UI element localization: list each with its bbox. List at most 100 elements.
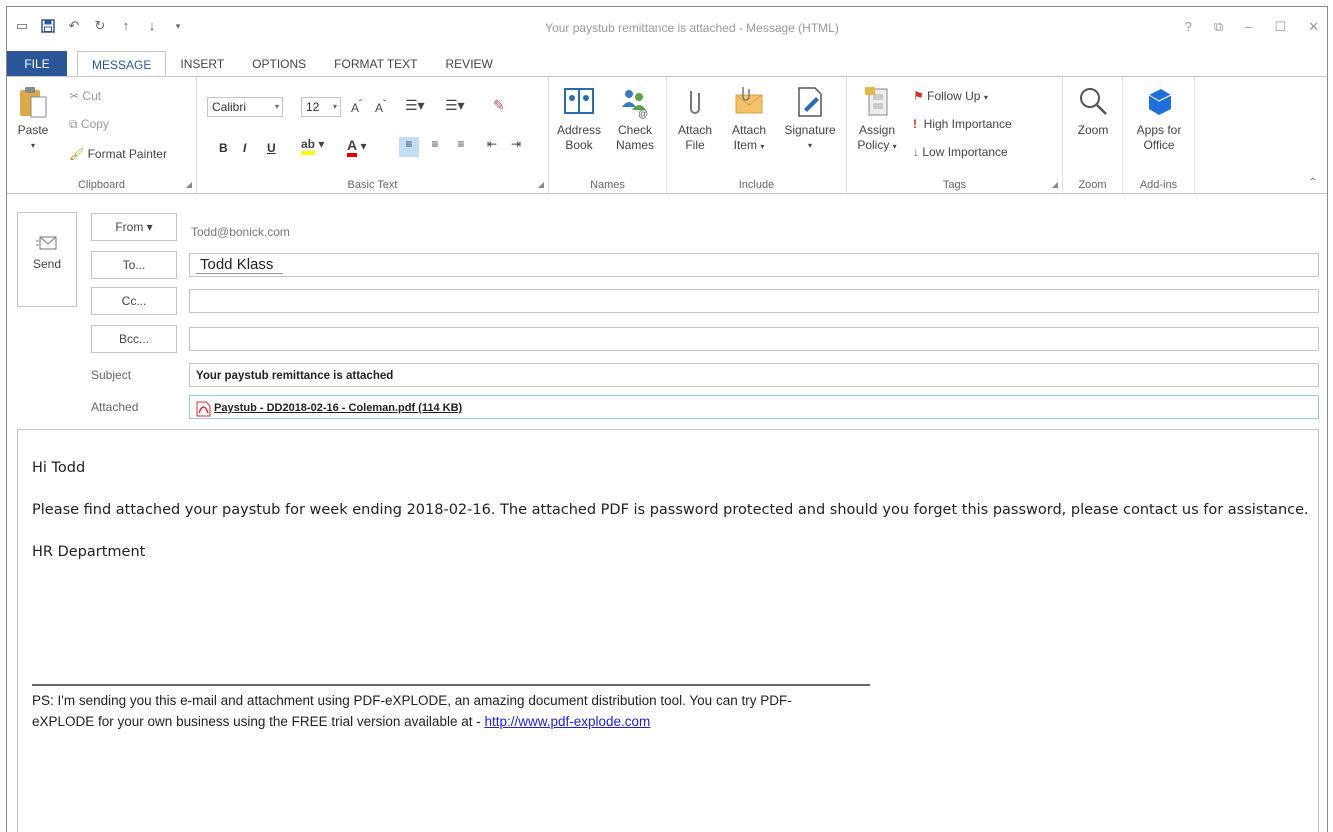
low-importance-button[interactable]: ↓ Low Importance [913,145,1008,159]
collapse-ribbon-icon[interactable]: ⌃ [1309,177,1317,188]
to-button[interactable]: To... [91,251,177,279]
basic-text-group-label: Basic Text [347,179,398,191]
clipboard-group-label: Clipboard [77,179,126,191]
align-center-icon[interactable]: ≡ [425,137,445,151]
to-field[interactable]: Todd Klass [189,253,1319,277]
font-color-button[interactable]: A ▾ [347,137,366,157]
ribbon-display-options-icon[interactable]: ⧉ [1214,19,1223,35]
body-paragraph: Please find attached your paystub for we… [32,502,1309,518]
group-basic-text: Calibri ▾ 12 ▾ Aˆ Aˇ ☰▾ ☰▾ ✎ B I U ab ▾ A … [197,77,549,193]
zoom-group-label: Zoom [1078,179,1107,191]
message-body[interactable]: Hi Todd Please find attached your paystu… [17,429,1319,832]
names-group-label: Names [590,179,625,191]
chevron-down-icon: ▾ [983,93,988,102]
attachment-item[interactable]: Paystub - DD2018-02-16 - Coleman.pdf (11… [196,401,463,417]
cc-button[interactable]: Cc... [91,287,177,315]
follow-up-label: Follow Up [927,89,981,103]
assign-policy-button[interactable]: Assign Policy ▾ [851,85,903,154]
paste-dropdown-icon[interactable]: ▾ [13,138,53,153]
cc-field[interactable] [189,289,1319,313]
maximize-icon[interactable]: ☐ [1274,19,1286,35]
assign-policy-dropdown-icon[interactable]: ▾ [893,142,897,151]
check-names-button[interactable]: @ Check Names [609,85,661,153]
grow-font-icon[interactable]: Aˆ [351,99,362,115]
signature-button[interactable]: Signature ▾ [779,85,841,153]
increase-indent-icon[interactable]: ⇥ [511,137,521,151]
group-include: Attach File Attach Item ▾ Signature ▾ In… [667,77,847,193]
zoom-button[interactable]: Zoom [1067,85,1119,138]
font-size-combo[interactable]: 12 ▾ [301,97,341,117]
down-arrow-icon: ↓ [913,145,919,159]
tab-message[interactable]: MESSAGE [77,51,167,77]
clipboard-launcher-icon[interactable]: ◢ [186,180,192,189]
underline-button[interactable]: U [267,141,276,155]
outlook-compose-window: ▭ ↶ ↻ ↑ ↓ ▾ Your paystub remittance is a… [6,6,1328,832]
greeting-text: Hi Todd [32,460,86,476]
apps-for-office-button[interactable]: Apps for Office [1129,85,1189,153]
tab-format-text[interactable]: FORMAT TEXT [320,51,431,77]
magnifier-icon [1080,88,1107,115]
group-tags: Assign Policy ▾ ⚑ Follow Up ▾ ! High Imp… [847,77,1063,193]
clear-formatting-icon[interactable]: ✎ [493,97,505,114]
help-icon[interactable]: ? [1185,19,1192,35]
policy-icon [865,87,888,116]
tab-file[interactable]: FILE [7,51,67,77]
send-button[interactable]: Send [17,212,77,307]
attachment-name: Paystub - DD2018-02-16 - Coleman.pdf (11… [214,402,463,414]
basic-text-launcher-icon[interactable]: ◢ [538,180,544,189]
format-painter-button[interactable]: 🖌 Format Painter [69,147,167,161]
subject-field[interactable]: Your paystub remittance is attached [189,363,1319,387]
font-color-icon: A [347,137,358,157]
signature-dropdown-icon[interactable]: ▾ [779,138,841,153]
font-name-value: Calibri [212,100,247,114]
tab-review[interactable]: REVIEW [432,51,507,77]
close-icon[interactable]: ✕ [1308,19,1319,35]
follow-up-button[interactable]: ⚑ Follow Up ▾ [913,89,988,103]
assign-policy-label: Assign Policy [857,123,896,152]
attached-label: Attached [91,400,139,414]
minimize-icon[interactable]: – [1245,19,1252,35]
signature-icon [798,87,822,117]
bullets-icon[interactable]: ☰▾ [405,97,425,114]
shrink-font-icon[interactable]: Aˇ [375,99,386,115]
pdf-explode-link[interactable]: http://www.pdf-explode.com [484,714,650,729]
attach-file-button[interactable]: Attach File [671,85,719,153]
pdf-icon [196,401,211,417]
low-importance-label: Low Importance [922,145,1008,159]
copy-button[interactable]: ⧉ Copy [69,117,109,132]
italic-button[interactable]: I [243,141,246,155]
exclamation-icon: ! [913,117,917,131]
to-recipient[interactable]: Todd Klass [196,256,284,274]
from-button[interactable]: From ▾ [91,213,177,241]
highlight-color-button[interactable]: ab ▾ [301,137,324,155]
tags-launcher-icon[interactable]: ◢ [1052,180,1058,189]
attach-item-button[interactable]: Attach Item ▾ [725,85,773,154]
cut-button[interactable]: ✂ Cut [69,89,101,103]
chevron-down-icon: ▾ [332,102,337,111]
envelope-icon [735,87,763,114]
bcc-field[interactable] [189,327,1319,351]
align-right-icon[interactable]: ≡ [451,137,471,151]
numbering-icon[interactable]: ☰▾ [445,97,465,114]
align-left-icon[interactable]: ≡ [399,137,419,157]
signoff-text: HR Department [32,544,146,560]
address-book-button[interactable]: Address Book [553,85,605,153]
ribbon-tabs: FILE MESSAGE INSERT OPTIONS FORMAT TEXT … [7,51,1327,77]
window-title: Your paystub remittance is attached - Me… [545,21,839,35]
copy-label: Copy [80,117,109,131]
add-ins-group-label: Add-ins [1139,179,1178,191]
group-add-ins: Apps for Office Add-ins [1123,77,1195,193]
attach-file-label: Attach File [677,123,713,152]
paste-button[interactable]: Paste ▾ [13,85,53,153]
bcc-button[interactable]: Bcc... [91,325,177,353]
cut-label: Cut [82,89,102,103]
decrease-indent-icon[interactable]: ⇤ [487,137,497,151]
high-importance-button[interactable]: ! High Importance [913,117,1012,131]
attach-item-dropdown-icon[interactable]: ▾ [760,142,764,151]
bold-button[interactable]: B [219,141,228,155]
font-name-combo[interactable]: Calibri ▾ [207,97,283,117]
tab-options[interactable]: OPTIONS [238,51,320,77]
check-names-icon: @ [622,90,648,119]
copy-icon: ⧉ [69,117,78,131]
tab-insert[interactable]: INSERT [166,51,238,77]
